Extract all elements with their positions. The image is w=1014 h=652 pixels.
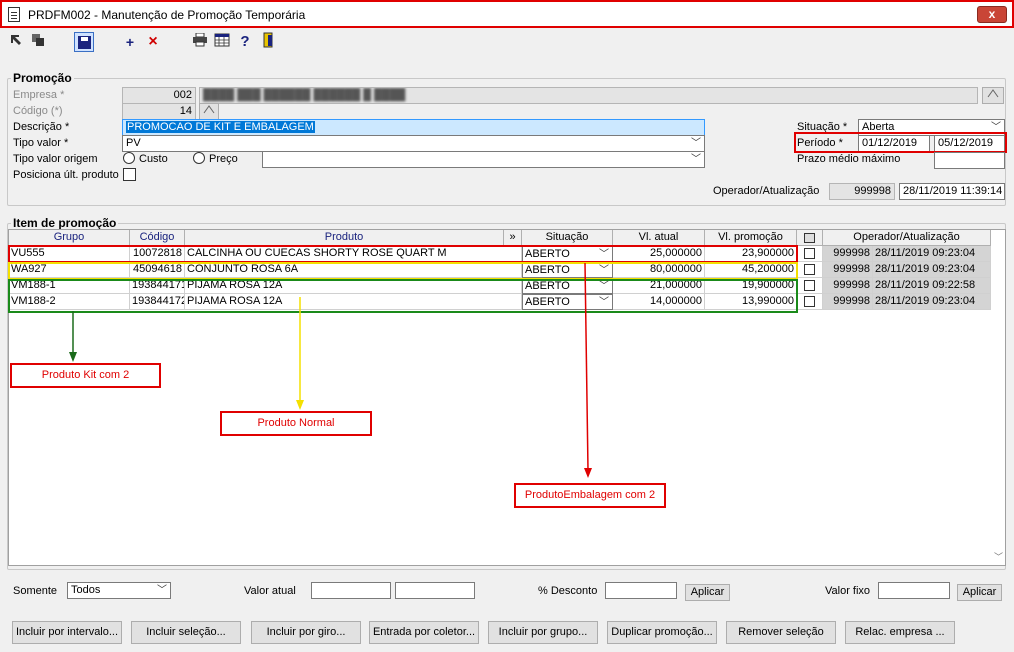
annotation-arrows [69, 262, 592, 478]
duplicar-promocao-button[interactable]: Duplicar promoção... [607, 621, 717, 644]
valor-atual-min-input[interactable] [311, 582, 391, 599]
desconto-label: % Desconto [538, 585, 598, 597]
incluir-selecao-button[interactable]: Incluir seleção... [131, 621, 241, 644]
incluir-por-giro-button[interactable]: Incluir por giro... [251, 621, 361, 644]
somente-select[interactable]: Todos ﹀ [67, 582, 171, 599]
chevron-down-icon: ﹀ [157, 585, 167, 596]
aplicar-desconto-button[interactable]: Aplicar [685, 584, 730, 601]
somente-label: Somente [13, 585, 58, 597]
callout-embalagem: ProdutoEmbalagem com 2 [514, 483, 666, 508]
remover-selecao-button[interactable]: Remover seleção [726, 621, 836, 644]
callout-kit: Produto Kit com 2 [10, 363, 161, 388]
desconto-input[interactable] [605, 582, 677, 599]
relac-empresa-button[interactable]: Relac. empresa ... [845, 621, 955, 644]
valor-fixo-label: Valor fixo [825, 585, 871, 597]
valor-atual-max-input[interactable] [395, 582, 475, 599]
incluir-por-intervalo-button[interactable]: Incluir por intervalo... [12, 621, 122, 644]
incluir-por-grupo-button[interactable]: Incluir por grupo... [488, 621, 598, 644]
callout-normal: Produto Normal [220, 411, 372, 436]
valor-atual-label: Valor atual [244, 585, 296, 597]
entrada-por-coletor-button[interactable]: Entrada por coletor... [369, 621, 479, 644]
aplicar-valor-fixo-button[interactable]: Aplicar [957, 584, 1002, 601]
valor-fixo-input[interactable] [878, 582, 950, 599]
